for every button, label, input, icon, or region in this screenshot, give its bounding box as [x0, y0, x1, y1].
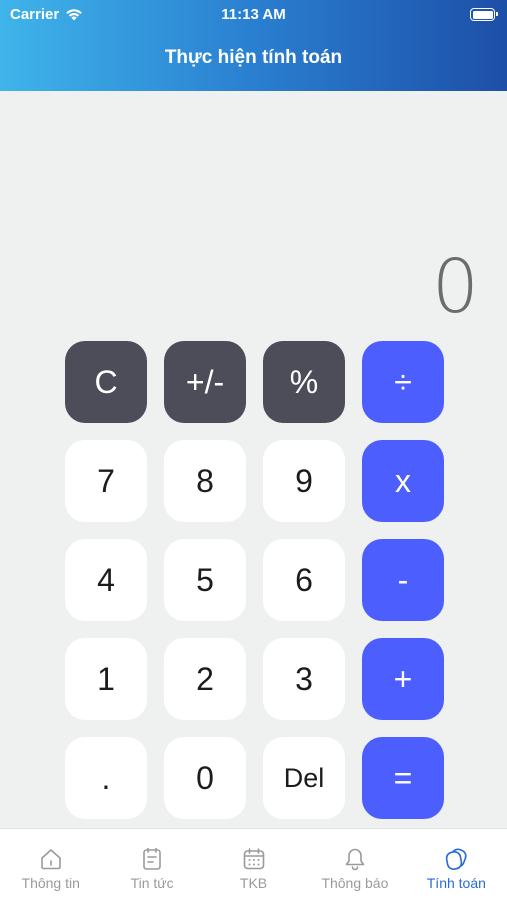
digit-5-button[interactable]: 5 [164, 539, 246, 621]
equals-button[interactable]: = [362, 737, 444, 819]
tab-label: Thông tin [21, 875, 80, 891]
tab-label: Tính toán [426, 875, 486, 891]
page-title: Thực hiện tính toán [164, 47, 343, 68]
digit-6-button[interactable]: 6 [263, 539, 345, 621]
clock: 11:13 AM [221, 6, 286, 23]
bell-icon [345, 848, 365, 871]
clear-button[interactable]: C [65, 341, 147, 423]
battery-icon [470, 8, 498, 21]
tab-calendar[interactable]: TKB [203, 829, 304, 900]
calendar-icon [243, 848, 264, 870]
header-bar: Carrier 11:13 AM Thực hiện tính toán [0, 0, 507, 91]
digit-9-button[interactable]: 9 [263, 440, 345, 522]
percent-button[interactable]: % [263, 341, 345, 423]
delete-button[interactable]: Del [263, 737, 345, 819]
divide-button[interactable]: ÷ [362, 341, 444, 423]
digit-2-button[interactable]: 2 [164, 638, 246, 720]
digit-3-button[interactable]: 3 [263, 638, 345, 720]
digit-1-button[interactable]: 1 [65, 638, 147, 720]
tab-label: TKB [239, 875, 268, 891]
result-display: 0 [431, 244, 479, 330]
subtract-button[interactable]: - [362, 539, 444, 621]
decimal-button[interactable]: . [65, 737, 147, 819]
status-bar: Carrier 11:13 AM [0, 0, 507, 30]
bottom-tab-bar: Thông tin Tin tức TKB Thông báo Tính toán [0, 828, 507, 900]
add-button[interactable]: + [362, 638, 444, 720]
tab-label: Tin tức [130, 875, 174, 891]
sign-toggle-button[interactable]: +/- [164, 341, 246, 423]
digit-4-button[interactable]: 4 [65, 539, 147, 621]
digit-7-button[interactable]: 7 [65, 440, 147, 522]
news-icon [143, 847, 161, 870]
digit-8-button[interactable]: 8 [164, 440, 246, 522]
tab-bell[interactable]: Thông báo [304, 829, 405, 900]
tab-calculator[interactable]: Tính toán [406, 829, 507, 900]
multiply-button[interactable]: x [362, 440, 444, 522]
tab-news[interactable]: Tin tức [101, 829, 202, 900]
home-icon [40, 849, 61, 870]
tab-label: Thông báo [321, 875, 389, 891]
digit-0-button[interactable]: 0 [164, 737, 246, 819]
tab-home[interactable]: Thông tin [0, 829, 101, 900]
calculator-icon [446, 848, 467, 870]
